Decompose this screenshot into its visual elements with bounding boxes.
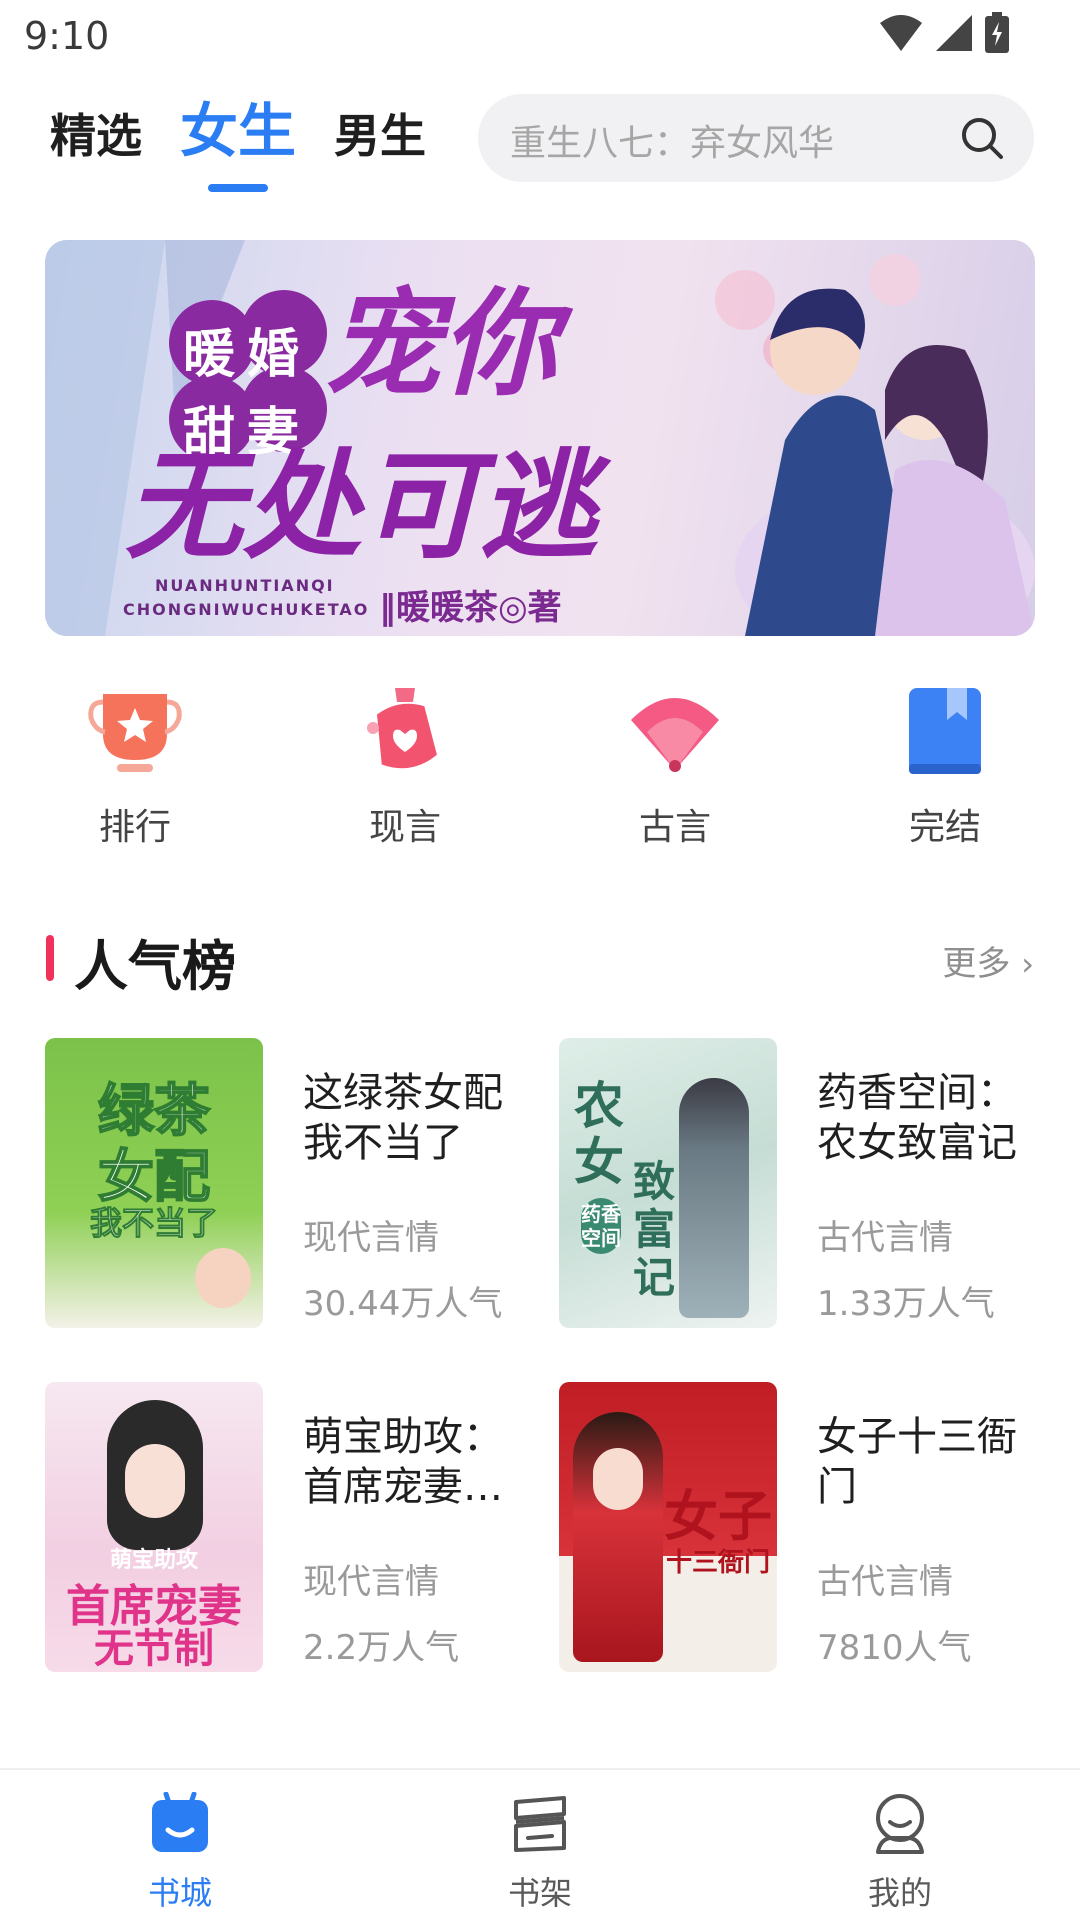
book-card[interactable]: 绿茶 女配 我不当了 这绿茶女配我不当了 现代言情 30.44万人气 [45, 1038, 525, 1328]
book-cover: 农女 致富记 药香空间 [559, 1038, 777, 1328]
profile-icon [876, 1794, 924, 1854]
tab-female[interactable]: 女生 [180, 98, 296, 192]
tab-male[interactable]: 男生 [334, 108, 426, 164]
book-icon [909, 688, 981, 774]
book-popularity: 1.33万人气 [817, 1284, 995, 1324]
book-title: 女子十三衙门 [817, 1414, 1017, 1510]
cover-title-2: 十三衙门 [665, 1548, 770, 1578]
banner-pinyin-2: CHONGNIWUCHUKETAO [123, 600, 370, 619]
search-icon[interactable] [958, 114, 1006, 162]
perfume-icon [367, 688, 437, 769]
tab-featured[interactable]: 精选 [50, 108, 142, 164]
bookshelf-icon [514, 1796, 566, 1852]
book-popularity: 30.44万人气 [303, 1284, 503, 1324]
battery-icon [985, 12, 1009, 53]
banner-author: ‖暖暖茶◎著 [379, 588, 562, 628]
search-bar[interactable]: 重生八七：弃女风华 [478, 94, 1034, 182]
quick-link-label: 完结 [908, 807, 981, 848]
quick-link-label: 现言 [368, 807, 441, 848]
nav-profile[interactable]: 我的 [810, 1792, 990, 1914]
more-link[interactable]: 更多 › [942, 936, 1034, 985]
book-title: 萌宝助攻：首席宠妻… [303, 1414, 503, 1510]
quick-link-completed[interactable]: 完结 [845, 680, 1045, 850]
banner-big-title-1: 宠你 [325, 277, 557, 412]
book-card[interactable]: 萌宝助攻 首席宠妻 无节制 萌宝助攻：首席宠妻… 现代言情 2.2万人气 [45, 1382, 525, 1672]
nav-label: 书架 [507, 1874, 572, 1912]
cover-title-3: 无节制 [94, 1626, 214, 1672]
search-placeholder: 重生八七：弃女风华 [510, 123, 835, 164]
quick-link-ranking[interactable]: 排行 [35, 680, 235, 850]
nav-label: 书城 [147, 1874, 212, 1912]
trophy-icon [88, 694, 182, 772]
nav-bookshelf[interactable]: 书架 [450, 1792, 630, 1914]
cover-character [679, 1078, 749, 1318]
book-genre: 古代言情 [817, 1218, 953, 1258]
category-tabs: 精选 女生 男生 [50, 98, 464, 192]
cover-title-1: 女子 [664, 1485, 772, 1548]
status-bar: 9:10 [0, 0, 1080, 72]
cover-character [195, 1248, 251, 1308]
book-cover: 绿茶 女配 我不当了 [45, 1038, 263, 1328]
banner-big-title-2: 无处可逃 [125, 437, 598, 575]
promo-banner[interactable]: 暖婚 甜妻 宠你 无处可逃 NUANHUNTIANQI CHONGNIWUCHU… [45, 240, 1035, 636]
book-card[interactable]: 农女 致富记 药香空间 药香空间：农女致富记 古代言情 1.33万人气 [559, 1038, 1039, 1328]
fan-icon [631, 698, 719, 772]
more-label: 更多 [942, 944, 1011, 984]
chevron-right-icon: › [1021, 945, 1034, 983]
bookstore-icon [152, 1791, 208, 1852]
section-marker [46, 935, 54, 981]
nav-label: 我的 [867, 1874, 932, 1912]
book-title: 药香空间：农女致富记 [817, 1070, 1017, 1166]
bottom-nav: 书城 书架 我的 [0, 1768, 1080, 1922]
book-genre: 现代言情 [303, 1562, 439, 1602]
book-cover: 萌宝助攻 首席宠妻 无节制 [45, 1382, 263, 1672]
quick-link-ancient[interactable]: 古言 [575, 680, 775, 850]
cover-face [593, 1448, 643, 1510]
status-icons [878, 12, 1010, 54]
quick-link-label: 古言 [638, 807, 711, 848]
cover-title-3: 我不当了 [89, 1204, 218, 1243]
cover-face [125, 1444, 185, 1518]
book-popularity: 7810人气 [817, 1628, 972, 1668]
book-genre: 古代言情 [817, 1562, 953, 1602]
section-title: 人气榜 [74, 935, 236, 998]
book-popularity: 2.2万人气 [303, 1628, 460, 1668]
book-genre: 现代言情 [303, 1218, 439, 1258]
wifi-icon [880, 15, 922, 51]
book-card[interactable]: 女子 十三衙门 女子十三衙门 古代言情 7810人气 [559, 1382, 1039, 1672]
cover-title-3: 药香空间 [581, 1198, 621, 1254]
signal-icon [936, 15, 972, 51]
nav-bookstore[interactable]: 书城 [90, 1791, 270, 1914]
banner-small-title-1: 暖婚 [183, 325, 312, 385]
book-title: 这绿茶女配我不当了 [303, 1070, 503, 1166]
banner-pinyin-1: NUANHUNTIANQI [155, 576, 335, 595]
quick-link-label: 排行 [98, 807, 171, 848]
status-time: 9:10 [24, 14, 110, 58]
book-cover: 女子 十三衙门 [559, 1382, 777, 1672]
quick-link-modern[interactable]: 现言 [305, 680, 505, 850]
